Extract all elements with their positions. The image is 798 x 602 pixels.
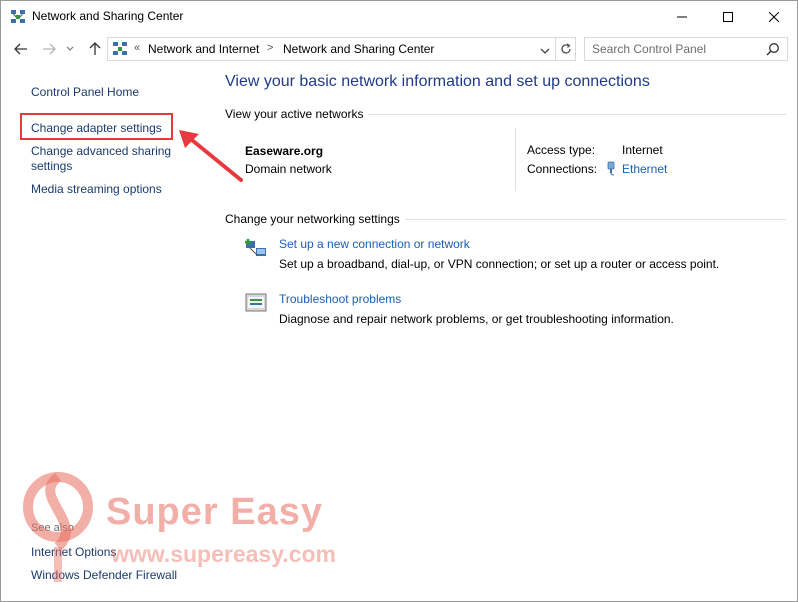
media-streaming-options-link[interactable]: Media streaming options <box>31 182 196 197</box>
title-bar: Network and Sharing Center <box>1 1 797 32</box>
chevron-down-icon <box>66 46 74 51</box>
troubleshoot-icon <box>244 291 268 315</box>
change-settings-heading: Change your networking settings <box>225 212 400 226</box>
network-sharing-center-window: Network and Sharing Center « Network and… <box>0 0 798 602</box>
active-networks-heading: View your active networks <box>225 107 364 121</box>
supereasy-logo-icon <box>23 472 93 582</box>
change-adapter-settings-link[interactable]: Change adapter settings <box>31 121 196 136</box>
minimize-icon <box>677 16 687 17</box>
change-advanced-sharing-link[interactable]: Change advanced sharing settings <box>31 144 196 174</box>
ethernet-icon <box>605 161 617 176</box>
network-type: Domain network <box>245 162 332 176</box>
breadcrumb-network-sharing-center[interactable]: Network and Sharing Center <box>283 42 434 56</box>
page-title: View your basic network information and … <box>225 73 650 90</box>
maximize-icon <box>723 11 733 22</box>
search-icon[interactable] <box>766 42 780 56</box>
refresh-icon <box>560 43 571 54</box>
address-dropdown-icon[interactable] <box>538 44 552 56</box>
setup-connection-link[interactable]: Set up a new connection or network <box>279 237 470 251</box>
recent-locations-button[interactable] <box>63 38 77 60</box>
close-button[interactable] <box>751 1 797 32</box>
arrow-left-icon <box>14 43 27 55</box>
navigation-bar: « Network and Internet > Network and Sha… <box>1 32 797 65</box>
access-type-label: Access type: <box>527 143 596 157</box>
forward-button[interactable] <box>38 38 60 60</box>
troubleshoot-description: Diagnose and repair network problems, or… <box>279 312 674 326</box>
section-divider <box>368 114 786 115</box>
up-button[interactable] <box>84 38 106 60</box>
back-button[interactable] <box>10 38 32 60</box>
setup-connection-description: Set up a broadband, dial-up, or VPN conn… <box>279 257 720 271</box>
close-icon <box>769 11 779 22</box>
new-connection-icon <box>244 236 268 260</box>
network-name: Easeware.org <box>245 144 324 158</box>
connections-label: Connections: <box>527 162 598 176</box>
search-box[interactable] <box>584 37 788 61</box>
watermark-brand: Super Easy <box>106 491 323 533</box>
breadcrumb-overflow-icon[interactable]: « <box>134 42 140 54</box>
breadcrumb-separator-icon[interactable]: > <box>267 42 273 54</box>
address-bar[interactable]: « Network and Internet > Network and Sha… <box>107 37 556 61</box>
section-divider <box>405 219 786 220</box>
network-location-icon <box>112 41 128 57</box>
ethernet-connection-link[interactable]: Ethernet <box>622 162 667 176</box>
minimize-button[interactable] <box>659 1 705 32</box>
annotation-arrow-icon <box>179 130 243 182</box>
troubleshoot-problems-link[interactable]: Troubleshoot problems <box>279 292 401 306</box>
network-divider <box>515 128 516 191</box>
search-input[interactable] <box>592 42 762 56</box>
arrow-right-icon <box>43 43 56 55</box>
refresh-button[interactable] <box>556 37 576 61</box>
maximize-button[interactable] <box>705 1 751 32</box>
breadcrumb-network-and-internet[interactable]: Network and Internet <box>148 42 259 56</box>
control-panel-home-link[interactable]: Control Panel Home <box>31 85 196 100</box>
arrow-up-icon <box>89 42 101 55</box>
access-type-value: Internet <box>622 143 663 157</box>
window-title: Network and Sharing Center <box>32 9 184 23</box>
watermark-url: www.supereasy.com <box>111 541 336 567</box>
network-app-icon <box>10 9 26 25</box>
